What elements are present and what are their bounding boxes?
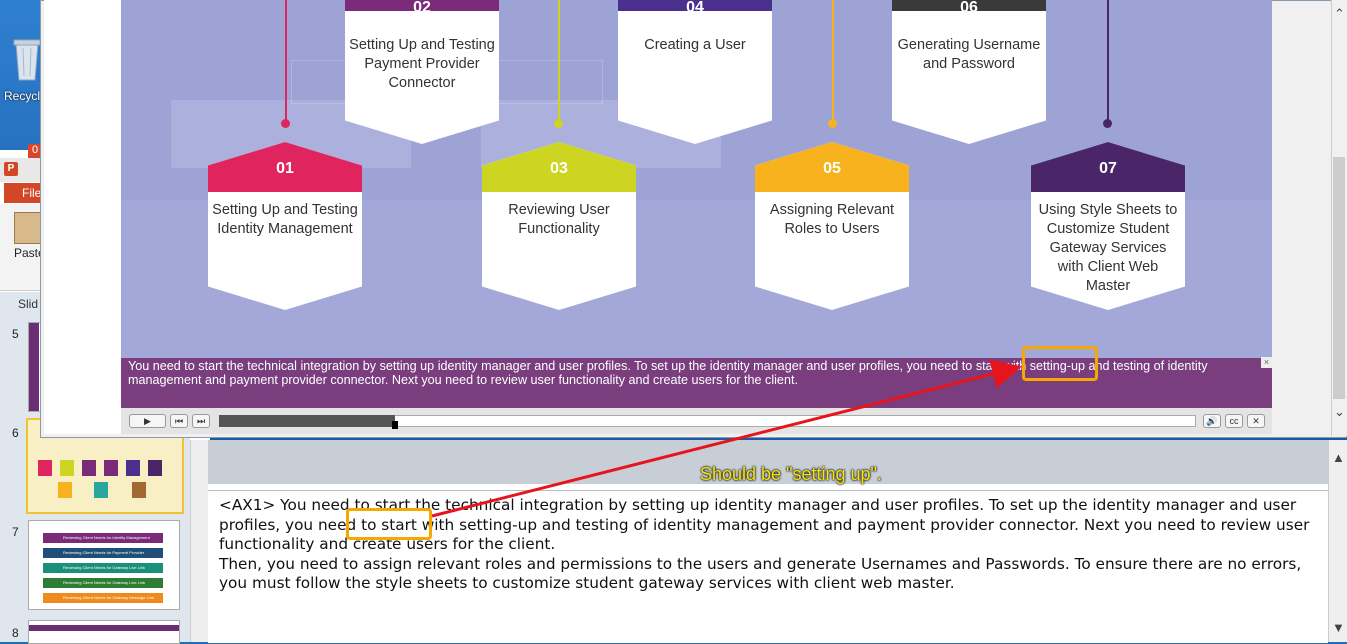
step-card-04: 04 Creating a User [618,0,772,144]
slide-number: 6 [12,426,19,440]
play-button[interactable]: ▶ [129,414,166,428]
step-5-connector [832,0,834,122]
slide-thumbnail-7[interactable]: Reviewing Client Needs for Identity Mana… [28,520,180,610]
recycle-bin-icon[interactable] [12,38,42,82]
thumb-row: Reviewing Client Needs for Gateway Live … [43,578,163,588]
chevron-up-icon[interactable]: ⌃ [1334,6,1345,22]
previous-button[interactable]: ⏮ [170,414,188,428]
slides-tab[interactable]: Slid [18,297,38,311]
step-3-dot [554,119,563,128]
recycle-bin-label: Recycl [4,89,41,103]
slide-number: 7 [12,525,19,539]
step-card-01: 01 Setting Up and Testing Identity Manag… [208,142,362,310]
notes-scrollbar[interactable]: ▲ ▼ [1328,440,1347,642]
paste-icon[interactable] [14,212,42,244]
thumb-row: Reviewing Client Needs for Gateway Live … [43,563,163,573]
step-title: Setting Up and Testing Payment Provider … [349,37,495,91]
step-number: 07 [1099,160,1117,177]
step-number: 01 [276,160,294,177]
player-left-margin [44,0,121,434]
file-tab[interactable]: File [4,183,44,203]
notes-paragraph-2: Then, you need to assign relevant roles … [219,554,1302,593]
scrollbar-thumb[interactable] [1333,157,1345,399]
step-title: Assigning Relevant Roles to Users [769,202,895,237]
step-5-dot [828,119,837,128]
scroll-up-icon[interactable]: ▲ [1332,450,1345,465]
powerpoint-icon: P [4,162,18,176]
step-1-connector [285,0,287,122]
annotation-label: Should be "setting up". [700,464,882,484]
slide-number: 8 [12,626,19,640]
step-card-02: 02 Setting Up and Testing Payment Provid… [345,0,499,144]
slides-panel-scrollbar[interactable] [190,440,208,642]
step-title: Generating Username and Password [897,37,1041,72]
step-title: Reviewing User Functionality [508,202,610,237]
seek-bar-progress [219,415,395,427]
step-number: 04 [686,0,704,16]
next-button[interactable]: ⏭ [192,414,210,428]
step-7-connector [1107,0,1109,122]
chevron-down-icon[interactable]: ⌄ [1334,404,1345,420]
step-card-06: 06 Generating Username and Password [892,0,1046,144]
step-title: Using Style Sheets to Customize Student … [1038,202,1178,294]
volume-icon[interactable]: 🔊 [1203,414,1221,428]
step-title: Setting Up and Testing Identity Manageme… [212,202,358,237]
slide-thumbnail-8[interactable] [28,620,180,644]
thumb-row: Reviewing Client Needs for Identity Mana… [43,533,163,543]
caption-close-icon[interactable]: × [1261,357,1272,368]
step-title: Creating a User [644,37,746,53]
scroll-down-icon[interactable]: ▼ [1332,620,1345,635]
step-card-03: 03 Reviewing User Functionality [482,142,636,310]
step-number: 03 [550,160,568,177]
thumb-row: Reviewing Client Needs for Payment Provi… [43,548,163,558]
step-card-05: 05 Assigning Relevant Roles to Users [755,142,909,310]
seek-handle[interactable] [392,421,398,429]
thumb-row: Reviewing Client Needs for Gateway Messa… [43,593,163,603]
step-1-dot [281,119,290,128]
step-number: 05 [823,160,841,177]
step-3-connector [558,0,560,122]
step-7-dot [1103,119,1112,128]
slide-number: 5 [12,327,19,341]
step-number: 02 [413,0,431,16]
closed-captions-button[interactable]: cc [1225,414,1243,428]
step-number: 06 [960,0,978,16]
exit-button[interactable]: ✕ [1247,414,1265,428]
caption-highlight-box [1022,346,1098,381]
step-card-07: 07 Using Style Sheets to Customize Stude… [1031,142,1185,310]
notes-highlight-box [346,508,432,540]
